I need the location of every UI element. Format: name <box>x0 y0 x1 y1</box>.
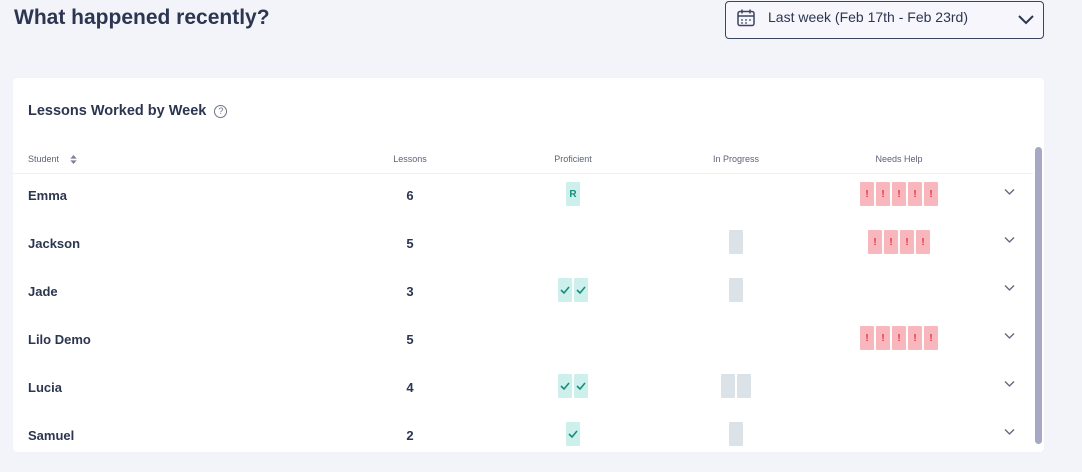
in-progress-group <box>729 230 743 254</box>
card-title: Lessons Worked by Week ? <box>28 103 228 119</box>
lessons-count: 5 <box>406 236 414 251</box>
student-name: Lucia <box>28 380 62 395</box>
exclamation-icon[interactable]: ! <box>908 326 922 350</box>
student-name: Lilo Demo <box>28 332 91 347</box>
check-icon[interactable] <box>566 422 580 446</box>
lessons-card: Lessons Worked by Week ? Student Lessons… <box>13 78 1044 452</box>
column-header-student[interactable]: Student <box>28 154 77 165</box>
chevron-down-icon <box>1018 15 1034 25</box>
chevron-down-icon[interactable] <box>1004 284 1015 292</box>
chevron-down-icon[interactable] <box>1004 188 1015 196</box>
proficient-tile[interactable]: R <box>566 182 580 206</box>
student-name: Samuel <box>28 428 75 443</box>
chevron-down-icon[interactable] <box>1004 236 1015 244</box>
sort-icon[interactable] <box>69 155 77 165</box>
exclamation-icon[interactable]: ! <box>860 182 874 206</box>
exclamation-icon[interactable]: ! <box>884 230 898 254</box>
in-progress-tile[interactable] <box>729 278 743 302</box>
proficient-group <box>558 278 588 302</box>
exclamation-icon[interactable]: ! <box>876 326 890 350</box>
student-name: Jade <box>28 284 58 299</box>
column-header-needs-help: Needs Help <box>875 154 923 164</box>
chevron-down-icon[interactable] <box>1004 332 1015 340</box>
lessons-count: 2 <box>406 428 414 443</box>
scrollbar-thumb[interactable] <box>1035 147 1042 444</box>
date-range-select[interactable]: Last week (Feb 17th - Feb 23rd) <box>725 1 1044 39</box>
table-row[interactable]: Jade 3 <box>13 278 1033 330</box>
in-progress-tile[interactable] <box>721 374 735 398</box>
column-header-student-label: Student <box>28 154 60 164</box>
exclamation-icon[interactable]: ! <box>868 230 882 254</box>
check-icon[interactable] <box>558 374 572 398</box>
table-row[interactable]: Lucia 4 <box>13 374 1033 426</box>
column-header-proficient: Proficient <box>554 154 592 164</box>
calendar-icon <box>737 9 755 27</box>
lessons-count: 3 <box>406 284 414 299</box>
exclamation-icon[interactable]: ! <box>916 230 930 254</box>
proficient-group <box>566 422 580 446</box>
table-row[interactable]: Samuel 2 <box>13 422 1033 452</box>
chevron-down-icon[interactable] <box>1004 380 1015 388</box>
in-progress-tile[interactable] <box>737 374 751 398</box>
table-row[interactable]: Jackson 5!!!! <box>13 230 1033 282</box>
student-name: Emma <box>28 188 68 203</box>
date-range-label: Last week (Feb 17th - Feb 23rd) <box>768 9 968 25</box>
column-header-in-progress: In Progress <box>712 154 760 164</box>
exclamation-icon[interactable]: ! <box>924 182 938 206</box>
exclamation-icon[interactable]: ! <box>876 182 890 206</box>
check-icon[interactable] <box>574 374 588 398</box>
exclamation-icon[interactable]: ! <box>892 326 906 350</box>
chevron-down-icon[interactable] <box>1004 428 1015 436</box>
exclamation-icon[interactable]: ! <box>908 182 922 206</box>
in-progress-group <box>729 422 743 446</box>
in-progress-tile[interactable] <box>729 230 743 254</box>
proficient-group: R <box>566 182 580 206</box>
check-icon[interactable] <box>574 278 588 302</box>
table-row[interactable]: Lilo Demo 5!!!!! <box>13 326 1033 378</box>
exclamation-icon[interactable]: ! <box>860 326 874 350</box>
proficient-group <box>558 374 588 398</box>
exclamation-icon[interactable]: ! <box>900 230 914 254</box>
needs-help-group: !!!!! <box>860 182 938 206</box>
needs-help-group: !!!! <box>868 230 930 254</box>
header-divider <box>13 173 1033 174</box>
help-circle-icon[interactable]: ? <box>214 104 228 118</box>
page-title: What happened recently? <box>14 6 270 29</box>
in-progress-group <box>729 278 743 302</box>
lessons-count: 5 <box>406 332 414 347</box>
table-row[interactable]: Emma 6 R!!!!! <box>13 182 1033 234</box>
exclamation-icon[interactable]: ! <box>892 182 906 206</box>
card-title-text: Lessons Worked by Week <box>28 103 207 119</box>
in-progress-group <box>721 374 751 398</box>
in-progress-tile[interactable] <box>729 422 743 446</box>
lessons-count: 4 <box>406 380 414 395</box>
lessons-count: 6 <box>406 188 414 203</box>
needs-help-group: !!!!! <box>860 326 938 350</box>
exclamation-icon[interactable]: ! <box>924 326 938 350</box>
student-name: Jackson <box>28 236 81 251</box>
column-header-lessons: Lessons <box>393 154 427 164</box>
check-icon[interactable] <box>558 278 572 302</box>
